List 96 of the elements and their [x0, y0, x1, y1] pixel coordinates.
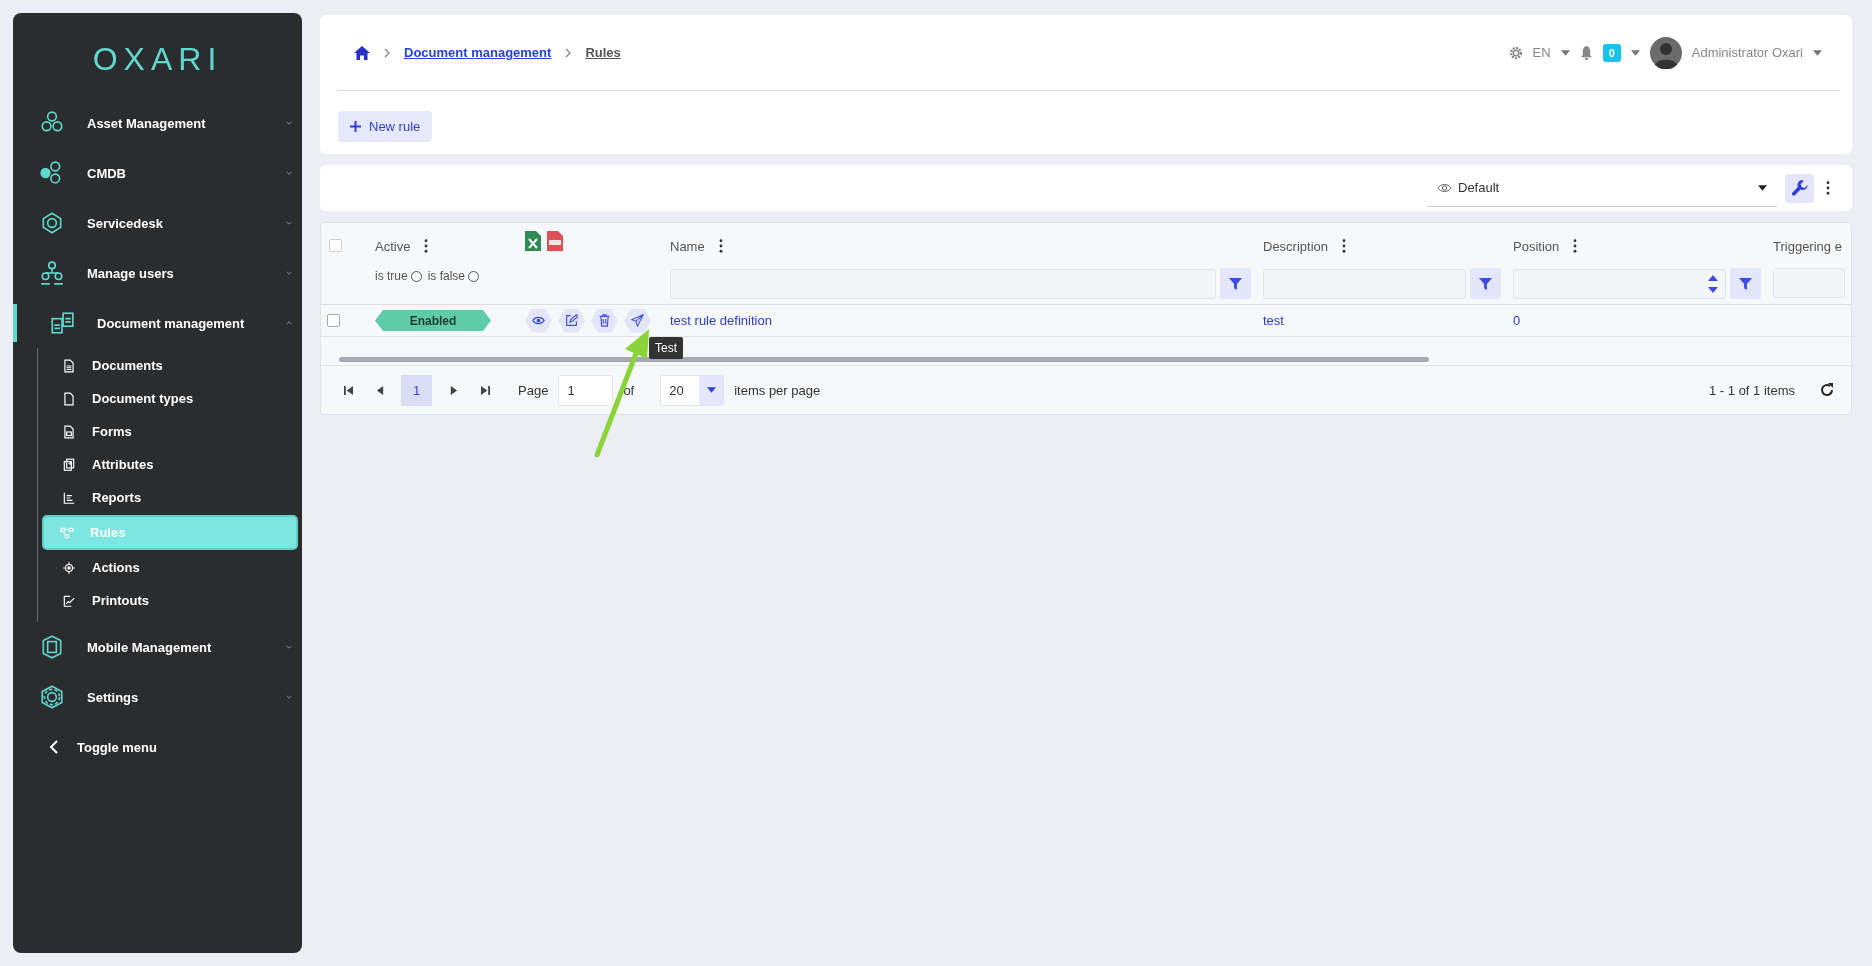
- page-label: Page: [518, 382, 549, 398]
- menu-item[interactable]: Document management: [13, 298, 302, 348]
- home-icon[interactable]: [354, 45, 370, 60]
- of-label: of: [623, 382, 635, 398]
- logo: OXARI: [92, 41, 223, 78]
- avatar-icon[interactable]: [1649, 36, 1682, 69]
- more-icon[interactable]: [424, 239, 429, 253]
- table-cell[interactable]: test rule definition: [670, 313, 772, 328]
- caret-icon: [706, 387, 716, 393]
- edit-icon: [565, 314, 578, 327]
- edit-button[interactable]: [558, 308, 585, 333]
- submenu-item[interactable]: Reports: [38, 482, 298, 513]
- chevron-left-icon: [49, 740, 59, 754]
- more-icon[interactable]: [1573, 239, 1578, 253]
- status-tag: Enabled: [375, 310, 491, 331]
- submenu-item[interactable]: Printouts: [38, 585, 298, 616]
- items-summary: 1 - 1 of 1 items: [1709, 382, 1795, 398]
- breadcrumb-current: Rules: [585, 45, 621, 60]
- plus-icon: [350, 121, 361, 132]
- submenu-item[interactable]: Actions: [38, 552, 298, 583]
- submenu-item[interactable]: Attributes: [38, 449, 298, 480]
- menu-item[interactable]: CMDB: [13, 148, 302, 198]
- caret-icon[interactable]: [1560, 49, 1570, 56]
- caret-icon: [1758, 184, 1767, 191]
- filter-icon: [1228, 276, 1243, 291]
- bell-icon[interactable]: [1579, 45, 1593, 60]
- filter-icon: [1738, 276, 1753, 291]
- menu-item[interactable]: Mobile Management: [13, 622, 302, 672]
- excel-icon[interactable]: [525, 231, 541, 251]
- radio-label: is false: [427, 269, 466, 283]
- checkbox[interactable]: [329, 239, 342, 252]
- items-per-page-label: items per page: [734, 382, 821, 398]
- breadcrumb-link[interactable]: Document management: [404, 45, 552, 60]
- radio-label: is true: [375, 269, 408, 283]
- tooltip: Test: [649, 337, 683, 359]
- column-header[interactable]: Position: [1513, 238, 1560, 254]
- column-header[interactable]: Triggering e: [1773, 238, 1842, 254]
- language-selector[interactable]: EN: [1532, 45, 1551, 60]
- document-icon: [62, 358, 76, 373]
- checkbox[interactable]: [327, 314, 340, 327]
- more-icon[interactable]: [718, 239, 723, 253]
- paper-plane-icon: [631, 314, 644, 327]
- refresh-icon[interactable]: [1819, 382, 1835, 398]
- menu-item[interactable]: Servicedesk: [13, 198, 302, 248]
- eye-icon: [532, 314, 545, 327]
- column-header[interactable]: Description: [1263, 238, 1329, 254]
- user-name[interactable]: Administrator Oxari: [1691, 45, 1803, 60]
- form-icon: [62, 424, 76, 439]
- file-icon: [62, 391, 76, 406]
- view-button[interactable]: [525, 308, 552, 333]
- filter-field[interactable]: [1513, 268, 1726, 299]
- first-page-icon: [343, 385, 353, 395]
- submenu-item[interactable]: Documents: [38, 350, 298, 381]
- more-icon[interactable]: [1342, 239, 1347, 253]
- target-icon: [62, 560, 76, 575]
- chevron-right-icon: [384, 47, 390, 58]
- submenu-item[interactable]: Forms: [38, 416, 298, 447]
- table-cell: test: [1263, 313, 1284, 328]
- pdf-icon[interactable]: [547, 231, 563, 251]
- last-page-icon: [480, 385, 490, 395]
- column-header[interactable]: Name: [670, 238, 705, 254]
- notification-badge: 0: [1602, 43, 1621, 62]
- new-rule-button[interactable]: New rule: [338, 111, 433, 142]
- more-icon[interactable]: [1826, 181, 1830, 195]
- menu-item[interactable]: Settings: [13, 672, 302, 722]
- delete-button[interactable]: [591, 308, 618, 333]
- menu-item[interactable]: Asset Management: [13, 98, 302, 148]
- column-header[interactable]: Active: [375, 238, 411, 254]
- chevron-right-icon: [565, 47, 572, 58]
- chart-icon: [62, 490, 76, 505]
- toggle-menu[interactable]: Toggle menu: [13, 722, 302, 772]
- filter-icon: [1478, 276, 1493, 291]
- gear-icon[interactable]: [1508, 45, 1523, 60]
- caret-icon[interactable]: [1813, 49, 1822, 56]
- view-select[interactable]: Default: [1427, 169, 1777, 207]
- page-size-select[interactable]: 20: [660, 374, 725, 406]
- send-button[interactable]: [624, 308, 651, 333]
- filter-button[interactable]: [1730, 268, 1761, 299]
- previous-icon: [375, 385, 385, 395]
- filter-button[interactable]: [1220, 268, 1251, 299]
- trash-icon: [598, 314, 611, 327]
- nodes-icon: [60, 525, 74, 540]
- page-input[interactable]: 1: [558, 374, 614, 406]
- settings-button[interactable]: [1785, 173, 1814, 203]
- documents-icon: [49, 310, 75, 336]
- submenu-item[interactable]: Document types: [38, 383, 298, 414]
- menu-item[interactable]: Manage users: [13, 248, 302, 298]
- filter-button[interactable]: [1470, 268, 1501, 299]
- eye-icon: [1437, 182, 1452, 193]
- caret-icon[interactable]: [1630, 49, 1640, 56]
- next-icon: [448, 385, 458, 395]
- page-number[interactable]: 1: [401, 374, 432, 406]
- people-icon: [39, 260, 65, 286]
- wrench-icon: [1791, 180, 1808, 196]
- table-cell: 0: [1513, 313, 1521, 328]
- gear-icon: [39, 684, 65, 710]
